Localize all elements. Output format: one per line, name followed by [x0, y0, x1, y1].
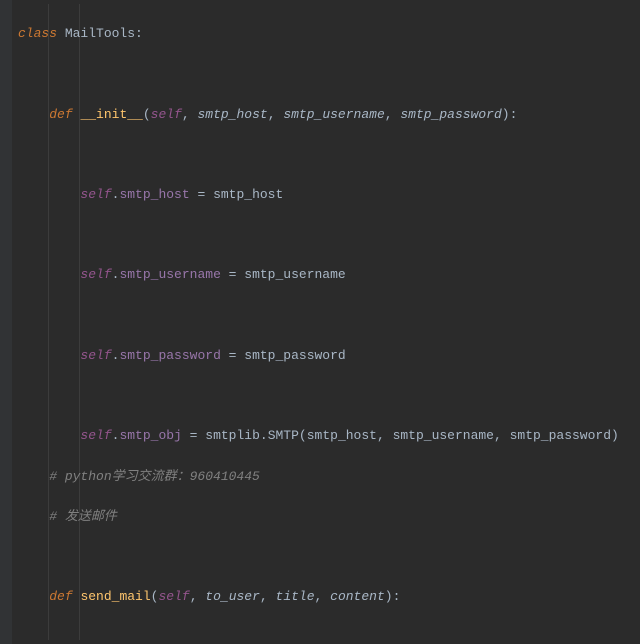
code-line[interactable]: self.smtp_password = smtp_password: [18, 346, 632, 366]
keyword-class: class: [18, 26, 57, 41]
blank-line: [18, 64, 632, 84]
class-name: MailTools: [65, 26, 135, 41]
code-line[interactable]: self.smtp_obj = smtplib.SMTP(smtp_host, …: [18, 426, 632, 446]
blank-line: [18, 225, 632, 245]
code-editor[interactable]: class MailTools: def __init__(self, smtp…: [0, 0, 640, 644]
code-line[interactable]: # python学习交流群：960410445: [18, 467, 632, 487]
blank-line: [18, 547, 632, 567]
gutter: [0, 0, 12, 644]
code-line[interactable]: def send_mail(self, to_user, title, cont…: [18, 587, 632, 607]
fn-send-mail: send_mail: [80, 589, 150, 604]
code-line[interactable]: # 发送邮件: [18, 507, 632, 527]
code-area[interactable]: class MailTools: def __init__(self, smtp…: [0, 0, 640, 644]
code-line[interactable]: self.smtp_host = smtp_host: [18, 185, 632, 205]
blank-line: [18, 386, 632, 406]
code-line[interactable]: class MailTools:: [18, 24, 632, 44]
code-line[interactable]: def __init__(self, smtp_host, smtp_usern…: [18, 105, 632, 125]
fn-init: __init__: [80, 107, 142, 122]
comment: # python学习交流群：960410445: [49, 469, 260, 484]
code-line[interactable]: self.smtp_username = smtp_username: [18, 265, 632, 285]
blank-line: [18, 145, 632, 165]
comment: # 发送邮件: [49, 509, 117, 524]
blank-line: [18, 306, 632, 326]
blank-line: [18, 628, 632, 644]
